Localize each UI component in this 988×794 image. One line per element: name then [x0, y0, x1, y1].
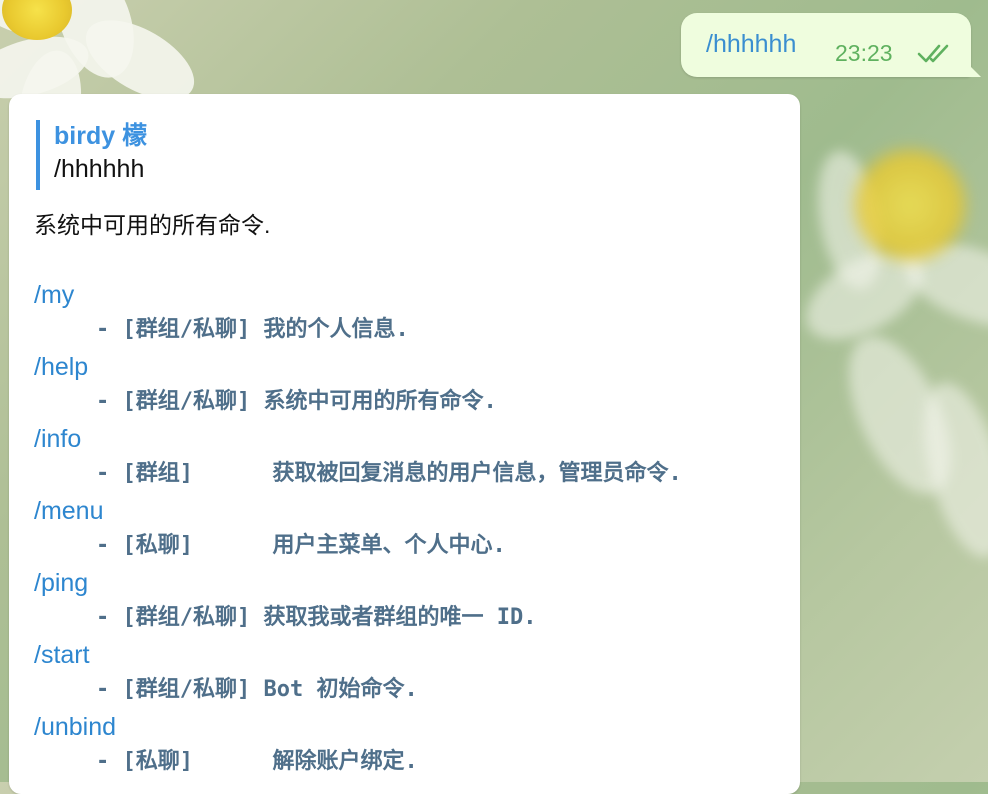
reply-sender-name: birdy 檬	[54, 122, 148, 150]
command-item-menu: /menu - [私聊] 用户主菜单、个人中心.	[34, 494, 794, 566]
command-item-help: /help - [群组/私聊] 系统中可用的所有命令.	[34, 350, 794, 422]
command-link[interactable]: /help	[34, 350, 88, 384]
command-list: /my - [群组/私聊] 我的个人信息. /help - [群组/私聊] 系统…	[34, 278, 794, 782]
command-item-start: /start - [群组/私聊] Bot 初始命令.	[34, 638, 794, 710]
command-item-info: /info - [群组] 获取被回复消息的用户信息，管理员命令.	[34, 422, 794, 494]
command-link[interactable]: /start	[34, 638, 90, 672]
commands-intro-text: 系统中可用的所有命令.	[34, 212, 271, 238]
command-description: - [群组/私聊] 获取我或者群组的唯一 ID.	[96, 605, 537, 630]
command-description: - [群组/私聊] 系统中可用的所有命令.	[96, 389, 497, 414]
command-item-my: /my - [群组/私聊] 我的个人信息.	[34, 278, 794, 350]
outgoing-message-bubble[interactable]: /hhhhhh 23:23	[681, 13, 981, 77]
reply-quote[interactable]: birdy 檬 /hhhhhh	[36, 120, 336, 190]
incoming-message-bubble: birdy 檬 /hhhhhh 系统中可用的所有命令. /my - [群组/私聊…	[9, 94, 800, 794]
command-description: - [私聊] 解除账户绑定.	[96, 749, 418, 774]
command-description: - [私聊] 用户主菜单、个人中心.	[96, 533, 506, 558]
command-link[interactable]: /unbind	[34, 710, 116, 744]
message-time: 23:23	[835, 40, 893, 66]
command-description: - [群组] 获取被回复消息的用户信息，管理员命令.	[96, 461, 682, 486]
command-item-ping: /ping - [群组/私聊] 获取我或者群组的唯一 ID.	[34, 566, 794, 638]
command-link[interactable]: /ping	[34, 566, 88, 600]
double-check-icon	[917, 44, 949, 63]
command-description: - [群组/私聊] Bot 初始命令.	[96, 677, 418, 702]
reply-quoted-text: /hhhhhh	[54, 155, 145, 183]
command-description: - [群组/私聊] 我的个人信息.	[96, 317, 409, 342]
command-item-unbind: /unbind - [私聊] 解除账户绑定.	[34, 710, 794, 782]
command-link[interactable]: /menu	[34, 494, 103, 528]
command-link[interactable]: /my	[34, 278, 74, 312]
outgoing-message-text: /hhhhhh	[706, 30, 797, 58]
command-link[interactable]: /info	[34, 422, 81, 456]
